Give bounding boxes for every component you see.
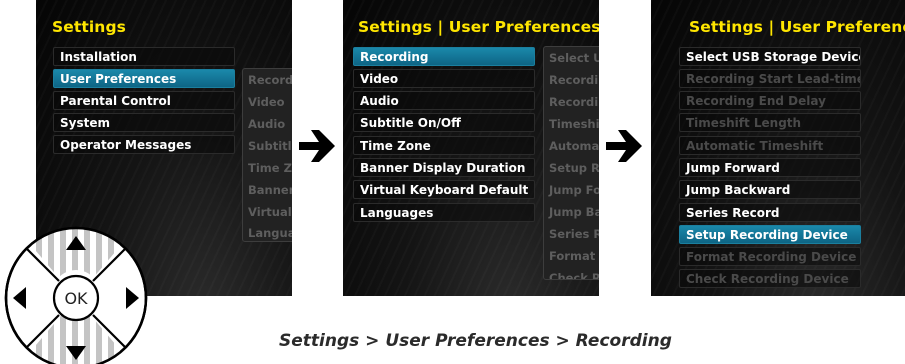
submenu-item: Automatic Timeshift [549,139,599,153]
menu-item-check-recording-device: Check Recording Device [679,269,861,288]
menu-item-series-record[interactable]: Series Record [679,203,861,222]
menu-item-parental-control[interactable]: Parental Control [53,91,235,110]
menu-item-automatic-timeshift: Automatic Timeshift [679,136,861,155]
menu-item-timeshift-length: Timeshift Length [679,113,861,132]
submenu-preview: Select USB Storage Device Recording Star… [543,46,599,280]
submenu-item: Series Record [549,227,599,241]
menu-item-banner-display-duration[interactable]: Banner Display Duration [353,158,535,177]
menu-item-audio[interactable]: Audio [353,91,535,110]
screen-title: Settings | User Preferences [358,18,599,36]
menu-item-recording[interactable]: Recording [353,47,535,66]
submenu-item: Banner Display Duration [248,183,292,197]
remote-dpad: OK [4,226,148,364]
menu-item-languages[interactable]: Languages [353,203,535,222]
right-arrow-icon [606,130,642,162]
menu-item-jump-backward[interactable]: Jump Backward [679,180,861,199]
menu-item-recording-end-delay: Recording End Delay [679,91,861,110]
right-arrow-icon [299,130,335,162]
menu-item-virtual-keyboard-default[interactable]: Virtual Keyboard Default [353,180,535,199]
submenu-preview: Recording Video Audio Subtitle On/Off Ti… [242,68,292,242]
submenu-item: Audio [248,117,286,131]
submenu-item: Recording Start Lead-time [549,73,599,87]
menu-item-select-usb-storage[interactable]: Select USB Storage Device [679,47,861,66]
menu-item-operator-messages[interactable]: Operator Messages [53,135,235,154]
menu-item-time-zone[interactable]: Time Zone [353,136,535,155]
submenu-item: Virtual Keyboard Default [248,205,292,219]
menu-item-user-preferences[interactable]: User Preferences [53,69,235,88]
submenu-item: Jump Forward [549,183,599,197]
submenu-item: Languages [248,226,292,240]
menu-item-recording-start-lead-time: Recording Start Lead-time [679,69,861,88]
user-preferences-screen: Settings | User Preferences Recording Vi… [343,0,599,296]
submenu-item: Video [248,95,285,109]
submenu-item: Recording [248,73,292,87]
submenu-item: Timeshift Length [549,117,599,131]
submenu-item: Subtitle On/Off [248,139,292,153]
submenu-item: Setup Recording Device [549,161,599,175]
recording-screen: Settings | User Preferences Select USB S… [651,0,905,296]
breadcrumb-caption: Settings > User Preferences > Recording [279,331,672,351]
menu-item-subtitle[interactable]: Subtitle On/Off [353,113,535,132]
ok-label: OK [64,289,88,308]
submenu-item: Select USB Storage Device [549,51,599,65]
menu-item-video[interactable]: Video [353,69,535,88]
menu-item-system[interactable]: System [53,113,235,132]
screen-title: Settings [52,18,126,36]
submenu-item: Jump Backward [549,205,599,219]
menu-item-format-recording-device: Format Recording Device [679,247,861,266]
menu-item-installation[interactable]: Installation [53,47,235,66]
submenu-item: Time Zone [248,161,292,175]
submenu-item: Format Recording Device [549,249,599,263]
submenu-item: Check Recording Device [549,271,599,280]
submenu-item: Recording End Delay [549,95,599,109]
menu-item-jump-forward[interactable]: Jump Forward [679,158,861,177]
menu-item-setup-recording-device[interactable]: Setup Recording Device [679,225,861,244]
screen-title: Settings | User Preferences [689,18,905,36]
